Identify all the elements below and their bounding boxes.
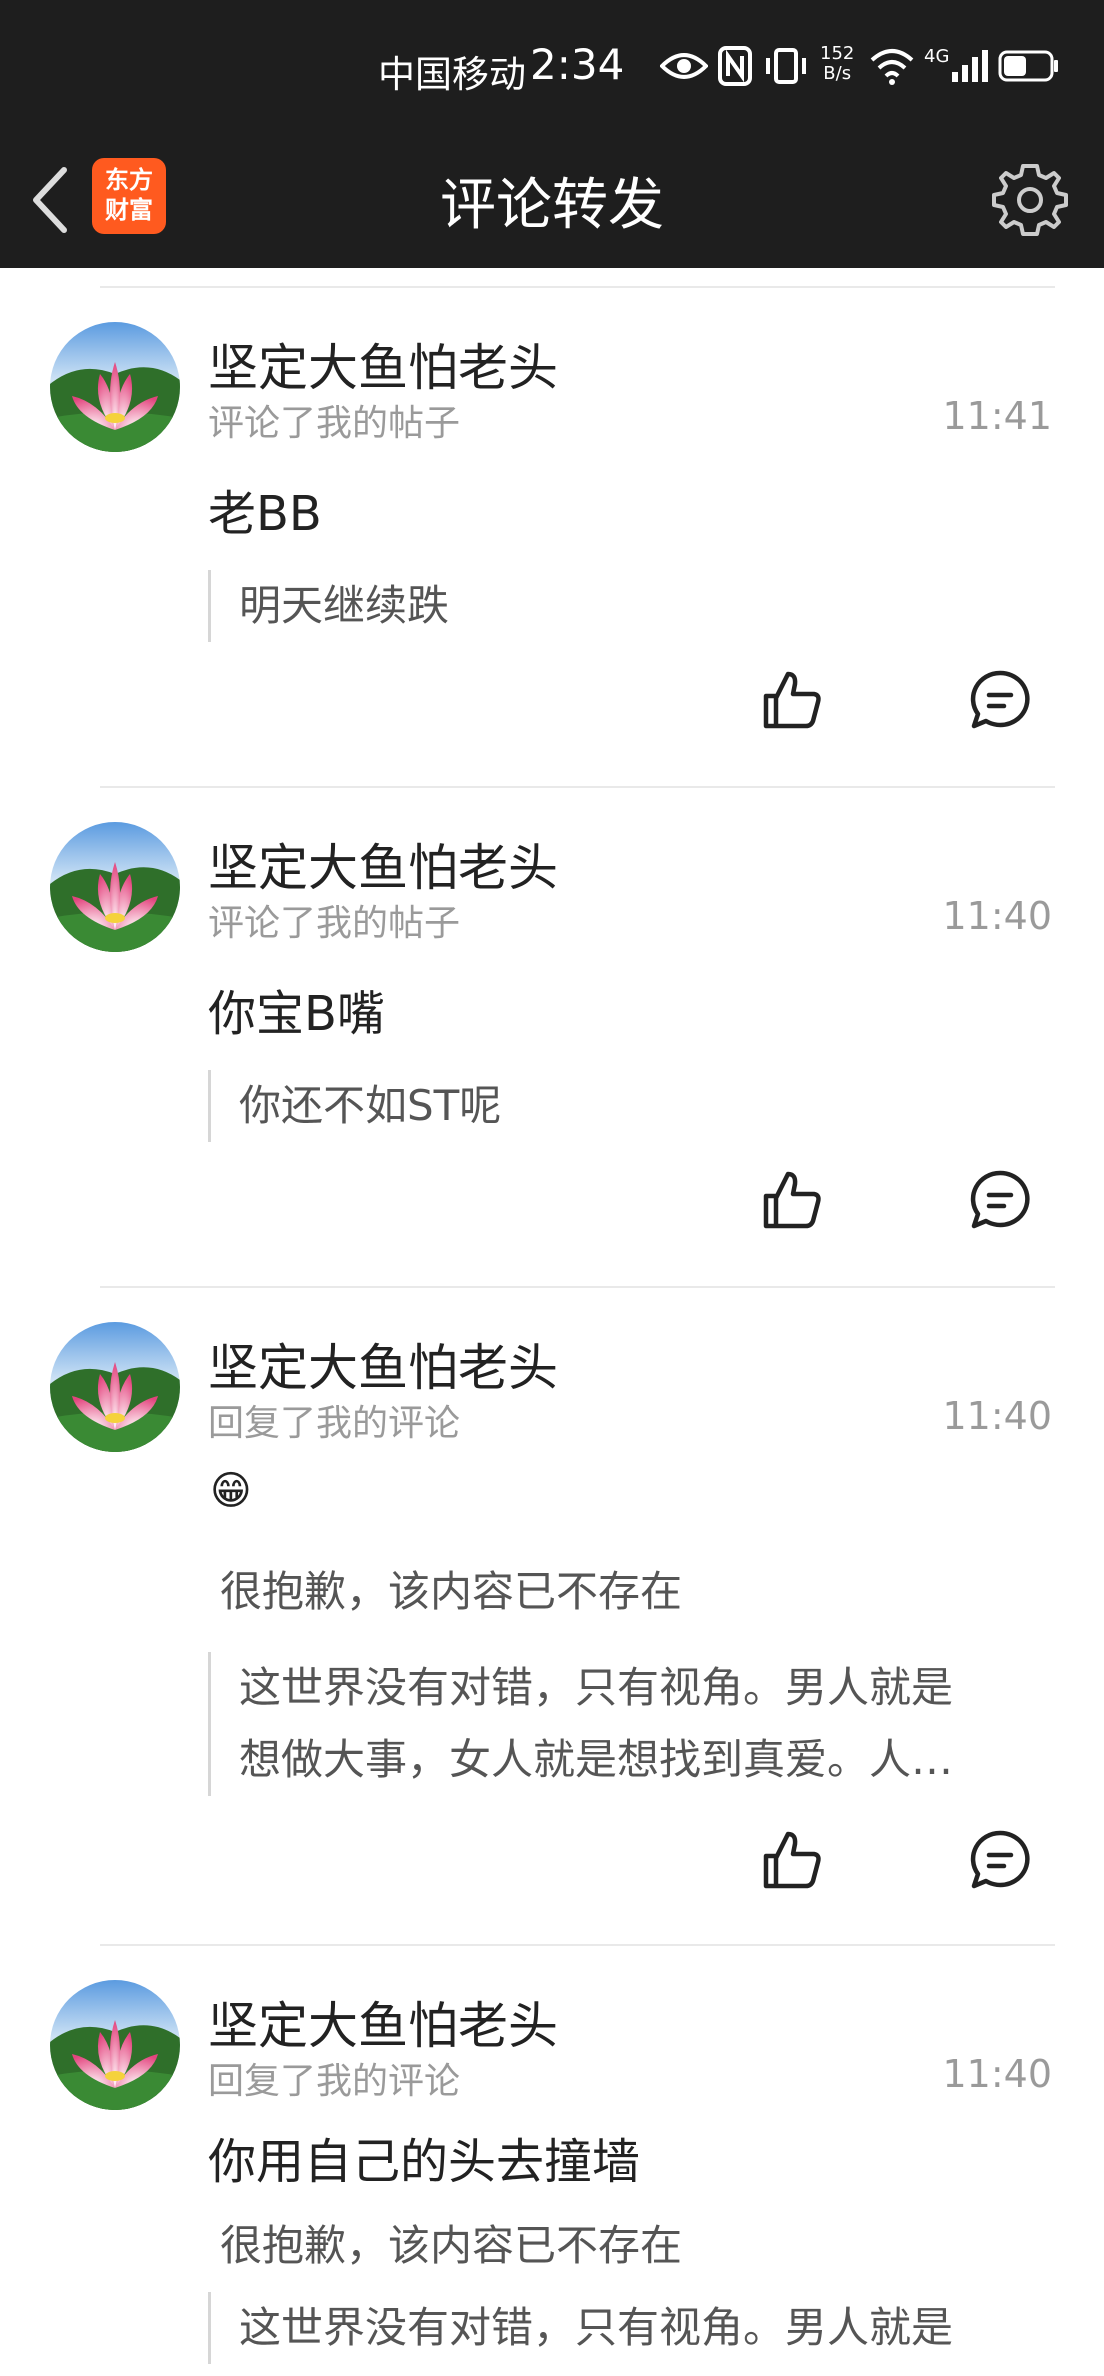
net-speed-value: 152 [820,43,855,64]
avatar[interactable] [50,1980,180,2110]
timestamp: 11:40 [942,1394,1052,1438]
network-type: 4G [924,46,950,67]
divider [100,1286,1055,1288]
vibrate-icon [766,48,806,84]
quoted-post[interactable]: 这世界没有对错，只有视角。男人就是 [208,2292,1028,2364]
page-title: 评论转发 [440,173,664,238]
comment-icon[interactable] [968,668,1032,732]
username[interactable]: 坚定大鱼怕老头 [208,328,558,400]
divider [100,1944,1055,1946]
action-label: 评论了我的帖子 [208,903,461,944]
timestamp: 11:40 [942,894,1052,938]
comment-icon[interactable] [968,1828,1032,1892]
thumbs-up-icon[interactable] [760,1168,824,1232]
action-label: 评论了我的帖子 [208,403,461,444]
deleted-notice: 很抱歉，该内容已不存在 [220,2221,683,2270]
comment-content: 你用自己的头去撞墙 [208,2134,641,2190]
quote-line: 这世界没有对错，只有视角。男人就是 [239,1663,954,1712]
status-bar: 中国移动 2:34 152 B/s 4G [0,0,1104,132]
battery-icon [998,50,1058,82]
avatar[interactable] [50,822,180,952]
grin-emoji: 😁 [210,1468,252,1514]
gear-icon[interactable] [990,160,1070,240]
username[interactable]: 坚定大鱼怕老头 [208,828,558,900]
nav-bar: 东方 财富 评论转发 [0,132,1104,268]
avatar[interactable] [50,322,180,452]
wifi-icon [870,49,914,85]
net-speed-unit: B/s [823,63,852,84]
quoted-post[interactable]: 这世界没有对错，只有视角。男人就是 想做大事，女人就是想找到真爱。人… [208,1652,1028,1796]
comment-icon[interactable] [968,1168,1032,1232]
carrier-label: 中国移动 [378,53,526,96]
quote-line: 想做大事，女人就是想找到真爱。人… [239,1735,954,1784]
clock: 2:34 [530,40,625,89]
action-label: 回复了我的评论 [208,1403,461,1444]
action-label: 回复了我的评论 [208,2061,461,2102]
status-icons: 152 B/s 4G [660,40,1060,96]
comment-content: 老BB [208,486,322,542]
eye-icon [660,53,708,79]
signal-icon [952,50,988,82]
timestamp: 11:41 [942,394,1052,438]
deleted-notice: 很抱歉，该内容已不存在 [220,1567,683,1616]
net-speed: 152 B/s [820,44,854,84]
divider [100,286,1055,288]
username[interactable]: 坚定大鱼怕老头 [208,1986,558,2058]
nfc-icon [718,46,752,86]
quoted-post[interactable]: 你还不如ST呢 [208,1070,1028,1142]
thumbs-up-icon[interactable] [760,668,824,732]
quoted-post[interactable]: 明天继续跌 [208,570,1028,642]
timestamp: 11:40 [942,2052,1052,2096]
comment-content: 你宝B嘴 [208,986,385,1042]
thumbs-up-icon[interactable] [760,1828,824,1892]
avatar[interactable] [50,1322,180,1452]
quote-line: 这世界没有对错，只有视角。男人就是 [239,2303,954,2352]
username[interactable]: 坚定大鱼怕老头 [208,1328,558,1400]
divider [100,786,1055,788]
